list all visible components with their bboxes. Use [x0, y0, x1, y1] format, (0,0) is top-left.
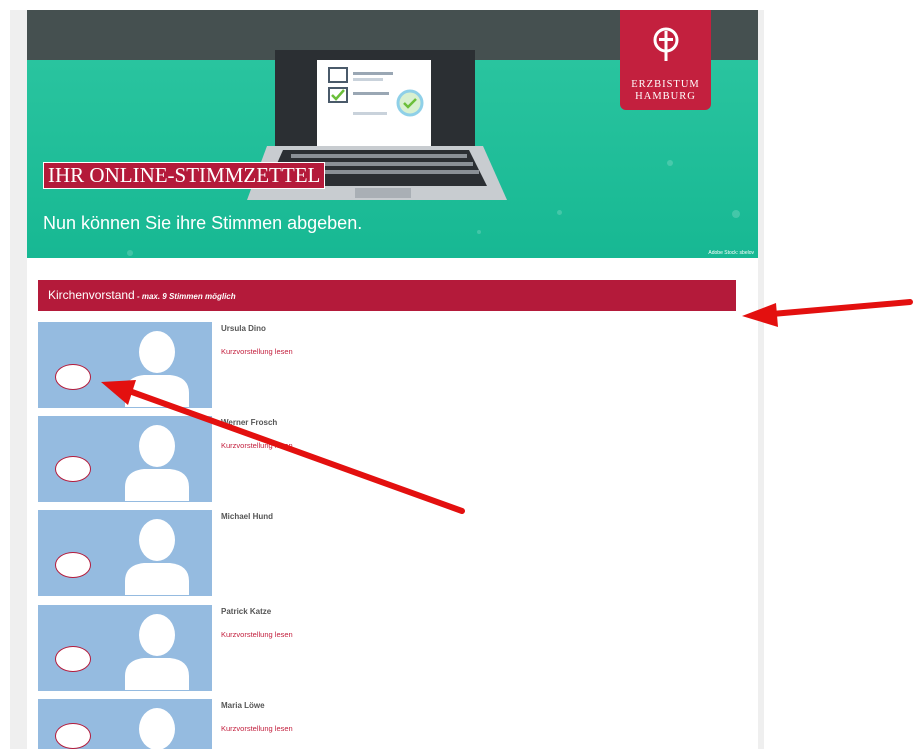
section-header-kirchenvorstand: Kirchenvorstand - max. 9 Stimmen möglich: [38, 280, 736, 311]
avatar-placeholder-icon: [125, 425, 189, 501]
vote-radio-button[interactable]: [55, 723, 91, 749]
page-background: ERZBISTUM HAMBURG IHR ONLINE-STIMMZETTEL…: [10, 10, 764, 749]
logo-text-hamburg: HAMBURG: [635, 91, 696, 102]
vote-radio-button[interactable]: [55, 646, 91, 672]
vote-radio-button[interactable]: [55, 456, 91, 482]
section-title: Kirchenvorstand: [48, 288, 135, 302]
avatar-placeholder-icon: [125, 519, 189, 595]
candidate-name: Ursula Dino: [221, 324, 266, 333]
page-title: IHR ONLINE-STIMMZETTEL: [43, 162, 326, 189]
laptop-ballot-illustration: [247, 50, 507, 200]
avatar-placeholder-icon: [125, 331, 189, 407]
avatar-placeholder-icon: [125, 614, 189, 690]
candidate-row: Ursula Dino Kurzvorstellung lesen: [38, 322, 736, 408]
candidate-photo: [38, 510, 212, 596]
candidate-photo: [38, 322, 212, 408]
decor-dot: [477, 230, 481, 234]
image-credit: Adobe Stock: sbelov: [708, 250, 754, 256]
erzbistum-logo: ERZBISTUM HAMBURG: [620, 10, 711, 110]
decor-dot: [732, 210, 740, 218]
decor-dot: [667, 160, 673, 166]
page-subtitle: Nun können Sie ihre Stimmen abgeben.: [43, 213, 363, 233]
logo-text-erzbistum: ERZBISTUM: [631, 79, 700, 90]
candidate-name: Patrick Katze: [221, 607, 272, 616]
read-profile-link[interactable]: Kurzvorstellung lesen: [221, 347, 293, 356]
vote-radio-button[interactable]: [55, 364, 91, 390]
decor-dot: [127, 250, 133, 256]
read-profile-link[interactable]: Kurzvorstellung lesen: [221, 724, 293, 733]
decor-dot: [557, 210, 562, 215]
candidate-photo: [38, 416, 212, 502]
candidate-row: Patrick Katze Kurzvorstellung lesen: [38, 605, 736, 691]
erzbistum-emblem-icon: [620, 26, 711, 69]
hero-banner: ERZBISTUM HAMBURG IHR ONLINE-STIMMZETTEL…: [27, 10, 758, 258]
candidate-photo: [38, 699, 212, 749]
candidate-row: Michael Hund: [38, 510, 736, 596]
vote-radio-button[interactable]: [55, 552, 91, 578]
ballot-sheet: ERZBISTUM HAMBURG IHR ONLINE-STIMMZETTEL…: [27, 10, 758, 749]
arrow-to-section-header: [742, 299, 913, 327]
read-profile-link[interactable]: Kurzvorstellung lesen: [221, 441, 293, 450]
candidate-photo: [38, 605, 212, 691]
avatar-placeholder-icon: [139, 708, 175, 749]
section-vote-limit: - max. 9 Stimmen möglich: [134, 292, 236, 301]
candidate-name: Maria Löwe: [221, 701, 265, 710]
candidate-row: Werner Frosch Kurzvorstellung lesen: [38, 416, 736, 502]
section-title-wrap: Kirchenvorstand - max. 9 Stimmen möglich: [48, 288, 236, 302]
candidate-row: Maria Löwe Kurzvorstellung lesen: [38, 699, 736, 749]
candidate-name: Werner Frosch: [221, 418, 278, 427]
candidate-name: Michael Hund: [221, 512, 274, 521]
read-profile-link[interactable]: Kurzvorstellung lesen: [221, 630, 293, 639]
